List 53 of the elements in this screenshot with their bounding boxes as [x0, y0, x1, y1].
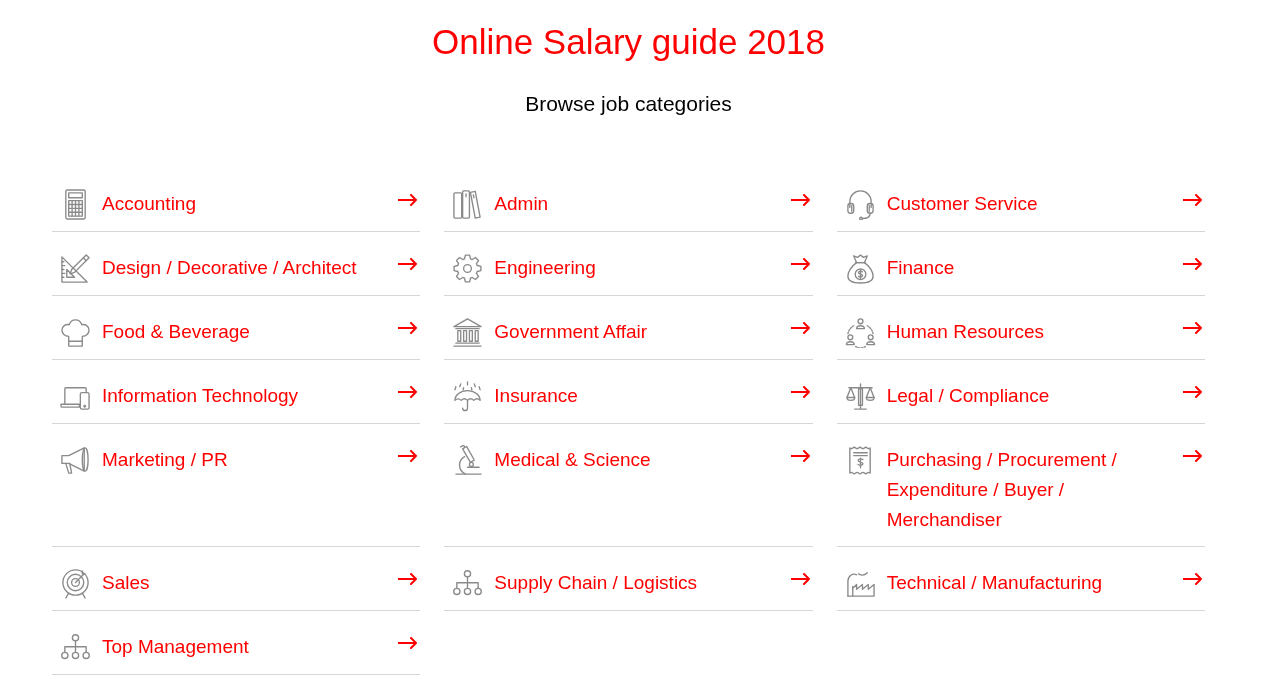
category-link[interactable]: Medical & Science [444, 424, 813, 547]
category-link[interactable]: Sales [52, 547, 421, 611]
arrow-right-icon [790, 258, 811, 270]
arrow-right-icon [790, 450, 811, 462]
category-link[interactable]: Technical / Manufacturing [836, 547, 1205, 611]
category-link[interactable]: Human Resources [836, 296, 1205, 360]
category-link[interactable]: Admin [444, 168, 813, 232]
category-link[interactable]: Accounting [52, 168, 421, 232]
arrow-right-icon [398, 386, 419, 398]
category-link[interactable]: Information Technology [52, 360, 421, 424]
category-link[interactable]: Insurance [444, 360, 813, 424]
page-subtitle: Browse job categories [524, 91, 733, 117]
arrow-right-icon [398, 637, 419, 649]
category-link[interactable]: Legal / Compliance [836, 360, 1205, 424]
gear-icon [452, 253, 484, 284]
arrow-right-icon [1183, 322, 1203, 334]
people-circle-icon [844, 317, 876, 348]
category-link[interactable]: Design / Decorative / Architect [52, 232, 421, 296]
umbrella-rain-icon [452, 381, 484, 412]
category-link[interactable]: Customer Service [836, 168, 1205, 232]
category-link[interactable]: Food & Beverage [52, 296, 421, 360]
target-icon [60, 568, 91, 599]
category-link[interactable]: Purchasing / Procurement / Expenditure / Buyer / Merchandiser [836, 424, 1205, 547]
arrow-right-icon [1183, 258, 1203, 270]
arrow-right-icon [1183, 386, 1203, 398]
arrow-right-icon [398, 322, 419, 334]
books-icon [452, 189, 484, 220]
headset-icon [844, 189, 876, 220]
arrow-right-icon [790, 322, 811, 334]
arrow-right-icon [790, 194, 811, 206]
category-link[interactable]: Finance [836, 232, 1205, 296]
category-link[interactable]: Marketing / PR [52, 424, 421, 547]
arrow-right-icon [790, 573, 811, 585]
page-title: Online Salary guide 2018 [430, 21, 827, 63]
set-square-pencil-icon [60, 253, 91, 284]
chef-hat-icon [60, 317, 91, 348]
arrow-right-icon [1183, 194, 1203, 206]
arrow-right-icon [1183, 450, 1203, 462]
columned-building-icon [452, 317, 484, 348]
category-link[interactable]: Engineering [444, 232, 813, 296]
category-link[interactable]: Supply Chain / Logistics [444, 547, 813, 611]
scales-icon [844, 381, 876, 412]
arrow-right-icon [398, 194, 419, 206]
arrow-right-icon [398, 573, 419, 585]
arrow-right-icon [790, 386, 811, 398]
microscope-icon [452, 445, 484, 476]
arrow-right-icon [1183, 573, 1203, 585]
money-bag-icon [844, 253, 876, 284]
arrow-right-icon [398, 450, 419, 462]
arrow-right-icon [398, 258, 419, 270]
category-link[interactable]: Top Management [52, 611, 421, 675]
megaphone-icon [60, 445, 91, 476]
category-link[interactable]: Government Affair [444, 296, 813, 360]
